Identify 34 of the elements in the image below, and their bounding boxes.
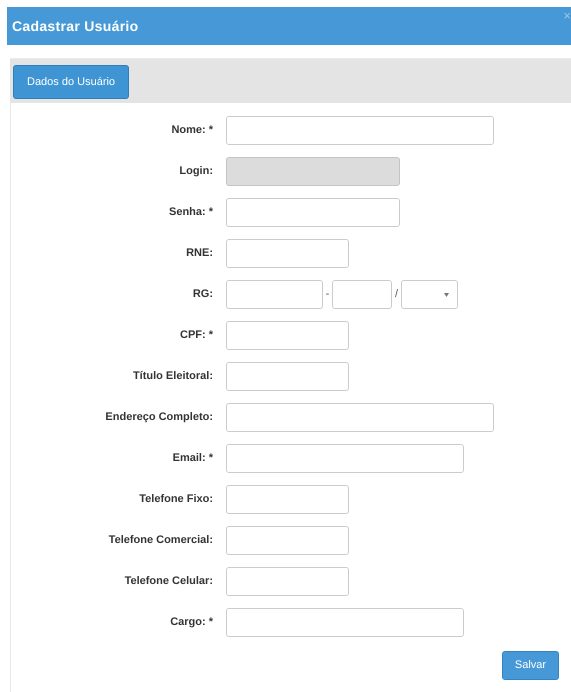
input-field[interactable]: [226, 567, 349, 596]
field-label: RG:: [192, 287, 214, 302]
separator: /: [394, 287, 400, 302]
window-title: Cadastrar Usuário: [12, 16, 138, 36]
field-label: Endereço Completo:: [104, 410, 214, 426]
input-field[interactable]: [226, 198, 400, 227]
field-label: Login:: [178, 164, 214, 180]
separator: -: [324, 287, 330, 302]
field-label: Telefone Celular:: [124, 574, 214, 590]
input-field[interactable]: [226, 239, 349, 268]
field-label: CPF: *: [179, 328, 214, 344]
tab[interactable]: Dados do Usuário: [13, 65, 130, 99]
input-field[interactable]: [332, 280, 392, 309]
field-label: Telefone Comercial:: [108, 533, 214, 548]
input-field[interactable]: [226, 403, 494, 432]
input-field[interactable]: [226, 526, 349, 555]
dropdown[interactable]: [401, 280, 458, 309]
input-field[interactable]: [226, 321, 349, 350]
field-label: Senha: *: [168, 205, 214, 220]
input-field[interactable]: [226, 280, 323, 309]
close-icon[interactable]: ×: [563, 9, 571, 22]
input-field[interactable]: [226, 608, 464, 637]
input-field[interactable]: [226, 485, 349, 514]
caret-icon: [444, 292, 449, 296]
field-label: Cargo: *: [169, 615, 214, 630]
field-label: Nome: *: [170, 123, 214, 138]
field-label: RNE:: [185, 246, 214, 262]
field-label: Email: *: [172, 451, 214, 466]
save-button[interactable]: Salvar: [502, 651, 559, 680]
field-label: Título Eleitoral:: [132, 369, 214, 384]
input-field[interactable]: [226, 116, 494, 145]
field-label: Telefone Fixo:: [138, 492, 214, 508]
input-field[interactable]: [226, 444, 464, 473]
input-field[interactable]: [226, 362, 349, 391]
